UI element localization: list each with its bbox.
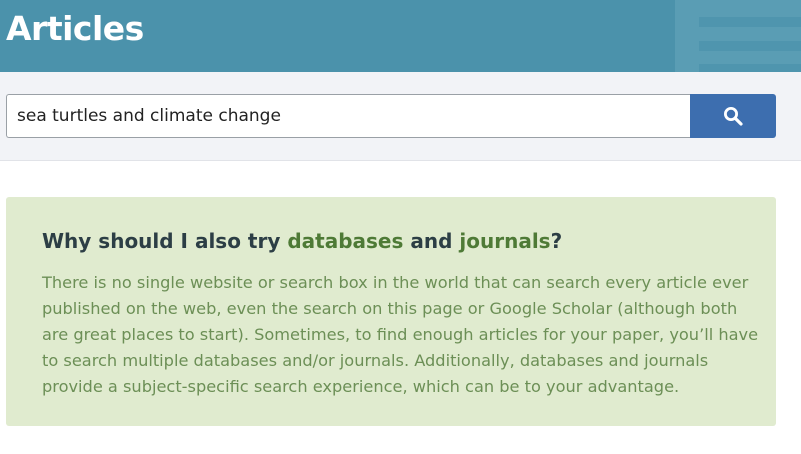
header-decoration [675,0,801,72]
heading-text: ? [550,229,563,253]
databases-link[interactable]: databases [287,229,403,253]
heading-text: and [403,229,460,253]
callout-heading: Why should I also try databases and jour… [42,229,562,253]
page-header: Articles [0,0,801,72]
heading-text: Why should I also try [42,229,288,253]
search-input[interactable] [6,94,691,138]
search-bar-section [0,72,801,161]
decoration-stripe [699,41,801,51]
search-icon [724,107,743,126]
search-button[interactable] [690,94,776,138]
decoration-stripe [699,17,801,27]
callout-body: There is no single website or search box… [42,273,759,396]
page-title: Articles [6,9,144,48]
info-callout: Why should I also try databases and jour… [6,197,776,426]
journals-link[interactable]: journals [459,229,550,253]
decoration-stripe [699,64,801,72]
